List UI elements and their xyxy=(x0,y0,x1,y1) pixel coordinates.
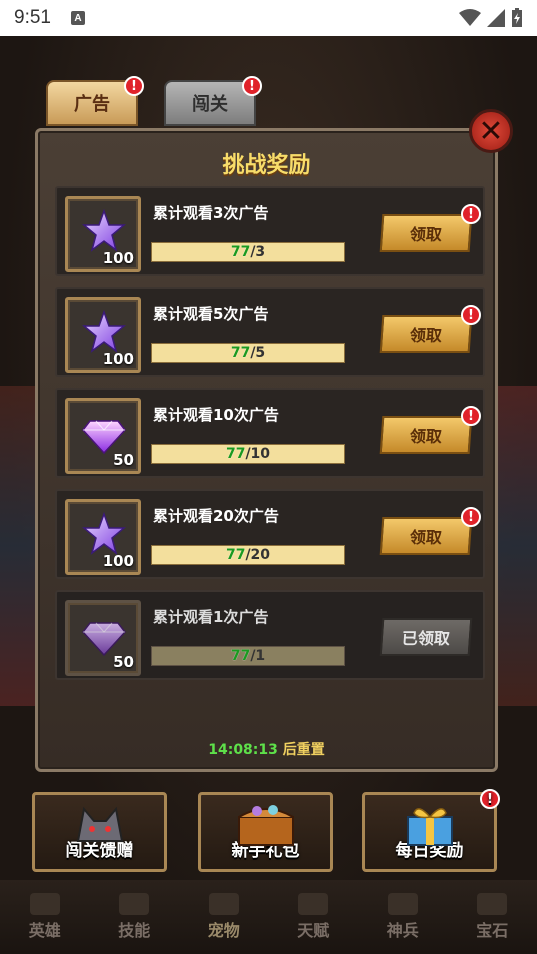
pet-icon xyxy=(208,893,239,915)
reward-item-frame: 50 xyxy=(65,398,141,474)
notification-icon: A xyxy=(70,11,85,25)
reward-title: 累计观看3次广告 xyxy=(153,204,269,222)
claim-button[interactable]: 领取 xyxy=(379,315,473,353)
reward-row: 100 累计观看5次广告 77/5 领取 ! xyxy=(55,287,485,377)
challenge-rewards-panel: 挑战奖励 ✕ 100 累计观看3次广告 77/3 领取 ! 100 累计观看5次… xyxy=(35,109,513,772)
progress-total: /1 xyxy=(250,648,266,664)
progress-current: 77 xyxy=(230,244,251,260)
progress-current: 77 xyxy=(225,446,246,462)
status-bar: 9:51 A xyxy=(0,0,537,36)
progress-bar: 77/10 xyxy=(151,444,345,464)
star-icon xyxy=(82,209,126,252)
nav-label: 宝石 xyxy=(476,921,509,940)
nav-label: 天赋 xyxy=(297,921,330,940)
reward-title: 累计观看1次广告 xyxy=(153,608,269,626)
stage-gift-button[interactable]: 闯关馈赠 xyxy=(32,792,167,872)
reward-item-frame: 100 xyxy=(65,196,141,272)
item-count: 100 xyxy=(102,552,134,570)
panel-title: 挑战奖励 xyxy=(222,153,311,178)
reward-title: 累计观看20次广告 xyxy=(153,507,279,525)
nav-heroes[interactable]: 英雄 xyxy=(29,893,61,941)
progress-total: /20 xyxy=(245,547,271,563)
tab-ads[interactable]: 广告 ! xyxy=(46,76,144,126)
alert-badge: ! xyxy=(461,305,481,325)
alert-badge: ! xyxy=(461,406,481,426)
reward-tabs: 广告 ! 闯关 ! xyxy=(46,76,262,126)
diamond-icon xyxy=(82,622,126,657)
tab-stages[interactable]: 闯关 ! xyxy=(164,76,262,126)
progress-total: /5 xyxy=(250,345,266,361)
reward-item-frame: 50 xyxy=(65,600,141,676)
daily-reward-button[interactable]: 每日奖励 ! xyxy=(362,789,500,872)
weapon-icon xyxy=(387,893,418,915)
gift-box-icon xyxy=(406,808,453,846)
claim-button[interactable]: 领取 xyxy=(379,214,473,252)
feature-buttons: 闯关馈赠 新手礼包 每日奖励 ! xyxy=(32,789,502,872)
progress-current: 77 xyxy=(230,648,251,664)
item-count: 50 xyxy=(113,451,134,469)
signal-icon xyxy=(487,9,505,27)
treasure-chest-icon xyxy=(237,805,294,846)
alert-badge: ! xyxy=(242,76,262,96)
nav-weapons[interactable]: 神兵 xyxy=(387,893,419,941)
claim-button[interactable]: 领取 xyxy=(379,517,473,555)
item-count: 50 xyxy=(113,653,134,671)
progress-bar: 77/1 xyxy=(151,646,345,666)
status-time: 9:51 xyxy=(14,7,51,28)
reset-timer: 14:08:13 后重置 xyxy=(38,739,495,759)
alert-badge: ! xyxy=(124,76,144,96)
progress-total: /10 xyxy=(245,446,271,462)
background-decoration-left xyxy=(0,386,40,706)
progress-bar: 77/5 xyxy=(151,343,345,363)
reward-title: 累计观看10次广告 xyxy=(153,406,279,424)
alert-badge: ! xyxy=(461,204,481,224)
nav-skills[interactable]: 技能 xyxy=(118,893,150,941)
reward-row: 100 累计观看20次广告 77/20 领取 ! xyxy=(55,489,485,579)
item-count: 100 xyxy=(102,249,134,267)
reward-row: 50 累计观看1次广告 77/1 已领取 xyxy=(55,590,485,680)
tab-label: 闯关 xyxy=(192,94,228,115)
bottom-navigation: 英雄 技能 宠物 天赋 神兵 宝石 xyxy=(0,880,537,954)
battery-icon xyxy=(512,8,522,27)
progress-current: 77 xyxy=(230,345,251,361)
reward-row: 100 累计观看3次广告 77/3 领取 ! xyxy=(55,186,485,276)
progress-current: 77 xyxy=(225,547,246,563)
nav-label: 技能 xyxy=(118,921,151,940)
claim-button[interactable]: 领取 xyxy=(379,416,473,454)
reward-row: 50 累计观看10次广告 77/10 领取 ! xyxy=(55,388,485,478)
progress-bar: 77/20 xyxy=(151,545,345,565)
newbie-pack-button[interactable]: 新手礼包 xyxy=(198,792,333,872)
nav-label: 神兵 xyxy=(386,921,419,940)
gem-icon xyxy=(477,893,508,915)
star-icon xyxy=(82,512,126,555)
nav-gems[interactable]: 宝石 xyxy=(476,893,508,941)
nav-label: 英雄 xyxy=(28,921,61,940)
alert-badge: ! xyxy=(480,789,500,809)
talent-icon xyxy=(298,893,329,915)
reward-item-frame: 100 xyxy=(65,297,141,373)
diamond-icon xyxy=(82,420,126,455)
wolf-icon xyxy=(76,806,123,842)
reward-item-frame: 100 xyxy=(65,499,141,575)
reset-time: 14:08:13 xyxy=(208,742,278,758)
progress-total: /3 xyxy=(250,244,266,260)
claimed-button: 已领取 xyxy=(379,618,473,656)
tab-label: 广告 xyxy=(74,94,110,115)
status-icons xyxy=(459,8,523,28)
item-count: 100 xyxy=(102,350,134,368)
close-button[interactable]: ✕ xyxy=(469,109,513,153)
hero-icon xyxy=(29,893,60,915)
nav-label: 宠物 xyxy=(207,921,240,940)
reward-title: 累计观看5次广告 xyxy=(153,305,269,323)
background-decoration-right xyxy=(497,386,537,706)
reset-suffix: 后重置 xyxy=(282,742,325,758)
skill-icon xyxy=(119,893,150,915)
alert-badge: ! xyxy=(461,507,481,527)
nav-talents[interactable]: 天赋 xyxy=(297,893,329,941)
nav-pets[interactable]: 宠物 xyxy=(208,893,240,941)
star-icon xyxy=(82,310,126,353)
wifi-icon xyxy=(459,9,481,26)
progress-bar: 77/3 xyxy=(151,242,345,262)
